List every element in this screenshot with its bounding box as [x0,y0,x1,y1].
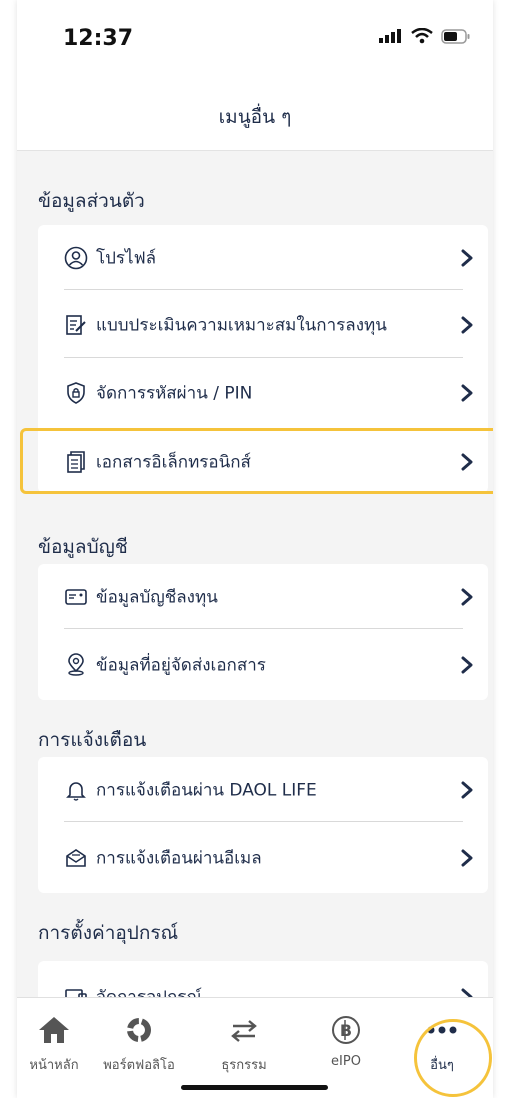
menu-item-label: การแจ้งเตือนผ่าน DAOL LIFE [96,780,317,800]
tab-home[interactable]: หน้าหลัก [17,1012,99,1075]
chevron-right-icon [461,249,473,266]
home-indicator [181,1085,328,1090]
signal-icon [379,29,401,43]
assessment-icon [66,314,86,335]
menu-item-e-documents[interactable]: เอกสารอิเล็กทรอนิกส์ [20,428,493,494]
portfolio-icon [127,1018,151,1042]
email-icon [66,848,86,867]
card-notifications: การแจ้งเตือนผ่าน DAOL LIFE การแจ้งเตือนผ… [38,757,488,893]
tab-label: พอร์ตฟอลิโอ [103,1058,175,1073]
documents-icon [67,450,85,473]
chevron-right-icon [461,316,473,333]
menu-item-label: ข้อมูลบัญชีลงทุน [96,587,218,607]
chevron-right-icon [461,781,473,798]
divider [64,628,463,629]
tab-label: หน้าหลัก [29,1058,79,1073]
menu-item-profile[interactable]: โปรไฟล์ [38,228,488,287]
section-title-device-settings: การตั้งค่าอุปกรณ์ [38,922,179,944]
chevron-right-icon [461,384,473,401]
menu-item-notify-daol-life[interactable]: การแจ้งเตือนผ่าน DAOL LIFE [38,760,488,819]
menu-item-label: การแจ้งเตือนผ่านอีเมล [96,848,262,868]
page-title: เมนูอื่น ๆ [218,106,292,128]
system-icons [379,28,471,44]
svg-text:B: B [340,1021,352,1040]
menu-item-label: โปรไฟล์ [96,248,157,268]
divider [64,428,463,429]
tab-transactions[interactable]: ธุรกรรม [199,1012,289,1075]
transaction-arrows-icon [231,1020,257,1042]
profile-icon [64,246,88,269]
eipo-coin-icon: B [332,1016,360,1044]
menu-item-label: เอกสารอิเล็กทรอนิกส์ [96,452,251,472]
phone-screen: 12:37 เมนูอื่น ๆ ข้อมูลส่วนตัว โปรไฟล์ แ… [17,0,493,1098]
bell-icon [66,781,86,801]
menu-item-label: ข้อมูลที่อยู่จัดส่งเอกสาร [96,655,266,675]
divider [64,357,463,358]
menu-item-label: จัดการรหัสผ่าน / PIN [96,383,253,403]
tab-label: ธุรกรรม [221,1058,267,1073]
chevron-right-icon [461,453,473,470]
status-time: 12:37 [63,26,134,51]
wifi-icon [411,28,433,44]
shield-lock-icon [67,381,85,404]
section-title-notifications: การแจ้งเตือน [38,729,147,751]
menu-item-suitability-assessment[interactable]: แบบประเมินความเหมาะสมในการลงทุน [38,295,488,354]
home-icon [39,1017,69,1043]
section-title-account: ข้อมูลบัญชี [38,536,128,558]
status-bar: 12:37 [17,0,493,80]
card-account: ข้อมูลบัญชีลงทุน ข้อมูลที่อยู่จัดส่งเอกส… [38,564,488,700]
menu-item-notify-email[interactable]: การแจ้งเตือนผ่านอีเมล [38,828,488,887]
chevron-right-icon [461,588,473,605]
divider [64,289,463,290]
tab-eipo[interactable]: B eIPO [301,1012,391,1069]
tab-label: eIPO [331,1054,361,1069]
menu-item-password-pin[interactable]: จัดการรหัสผ่าน / PIN [38,363,488,422]
account-card-icon [65,588,87,605]
tab-portfolio[interactable]: พอร์ตฟอลิโอ [94,1012,184,1075]
chevron-right-icon [461,656,473,673]
section-title-personal: ข้อมูลส่วนตัว [38,190,145,212]
menu-item-investment-account[interactable]: ข้อมูลบัญชีลงทุน [38,567,488,626]
battery-icon [441,28,470,44]
nav-bar: เมนูอื่น ๆ [17,80,493,151]
location-pin-icon [68,652,84,676]
highlight-circle [414,1019,492,1097]
menu-item-mailing-address[interactable]: ข้อมูลที่อยู่จัดส่งเอกสาร [38,635,488,694]
card-personal: โปรไฟล์ แบบประเมินความเหมาะสมในการลงทุน … [20,225,493,494]
chevron-right-icon [461,849,473,866]
menu-item-label: แบบประเมินความเหมาะสมในการลงทุน [96,315,387,335]
highlight-frame [20,428,493,494]
divider [64,821,463,822]
